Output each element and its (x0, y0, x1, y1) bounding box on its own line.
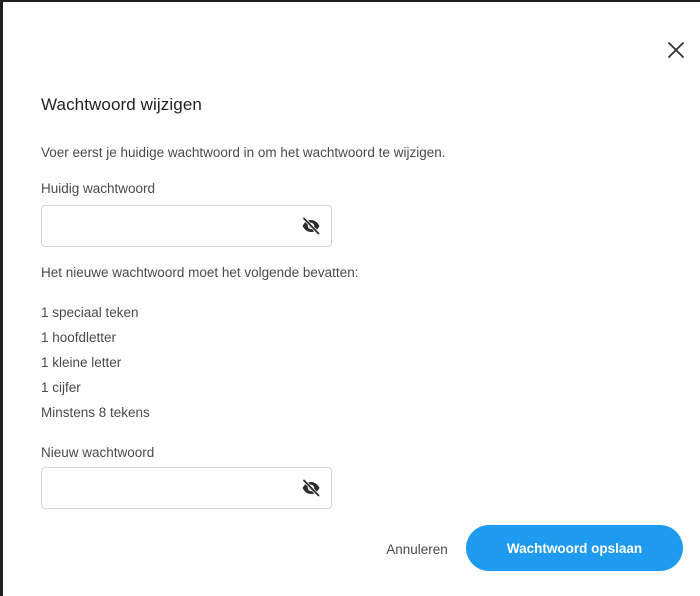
current-password-input[interactable] (42, 206, 292, 246)
eye-slash-icon (302, 478, 321, 498)
dialog-intro-text: Voer eerst je huidige wachtwoord in om h… (41, 145, 446, 160)
close-button[interactable] (665, 39, 687, 61)
eye-slash-icon (302, 216, 321, 236)
requirement-item: Minstens 8 tekens (41, 405, 150, 420)
requirement-item: 1 kleine letter (41, 355, 122, 370)
close-icon (668, 42, 684, 58)
cancel-button[interactable]: Annuleren (377, 527, 457, 571)
dialog-title: Wachtwoord wijzigen (41, 95, 202, 114)
change-password-dialog: Wachtwoord wijzigen Voer eerst je huidig… (0, 0, 700, 596)
requirement-item: 1 hoofdletter (41, 330, 117, 345)
save-password-button[interactable]: Wachtwoord opslaan (466, 525, 683, 571)
requirement-item: 1 speciaal teken (41, 305, 139, 320)
toggle-new-password-visibility-button[interactable] (301, 478, 321, 498)
current-password-field-wrapper (41, 205, 332, 247)
current-password-label: Huidig wachtwoord (41, 181, 156, 196)
new-password-input[interactable] (42, 468, 292, 508)
new-password-field-wrapper (41, 467, 332, 509)
requirement-item: 1 cijfer (41, 380, 81, 395)
new-password-label: Nieuw wachtwoord (41, 445, 155, 460)
requirements-heading: Het nieuwe wachtwoord moet het volgende … (41, 265, 359, 280)
toggle-current-password-visibility-button[interactable] (301, 216, 321, 236)
password-requirements-list: 1 speciaal teken 1 hoofdletter 1 kleine … (41, 304, 150, 429)
